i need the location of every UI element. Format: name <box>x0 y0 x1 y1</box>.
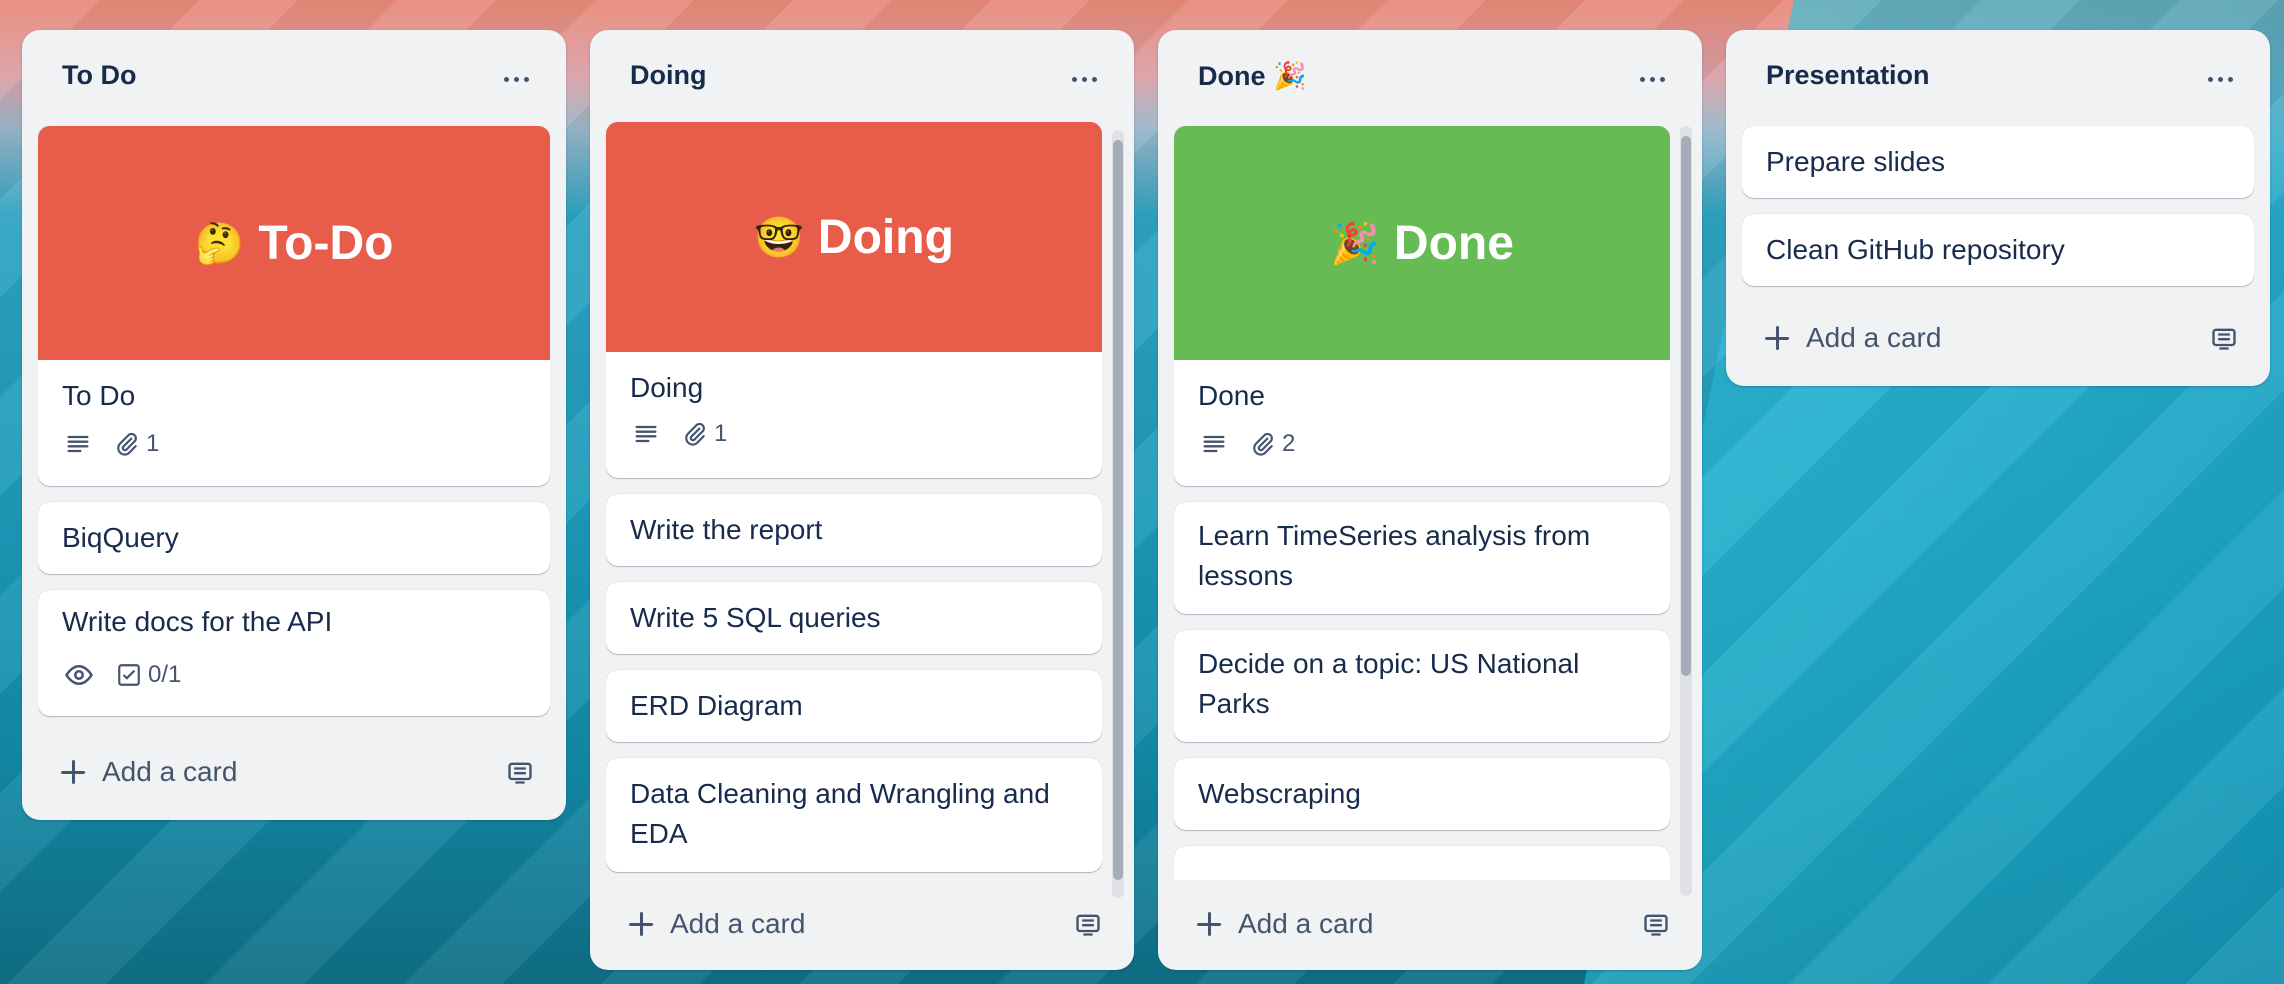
list-title[interactable]: Doing <box>630 60 706 91</box>
template-icon[interactable] <box>2210 324 2238 352</box>
card-title: Write docs for the API <box>62 606 333 637</box>
card-title: Doing <box>630 372 704 403</box>
card-title: BiqQuery <box>62 522 179 553</box>
attachments-badge: 2 <box>1250 430 1295 458</box>
more-horizontal-icon[interactable] <box>2200 64 2240 94</box>
card-list: 🤔 To-Do To Do 1 BiqQuery Write docs for … <box>38 126 550 750</box>
card-title: ERD Diagram <box>630 690 803 721</box>
card-title: Prepare slides <box>1766 146 1945 177</box>
paperclip-icon <box>117 432 137 456</box>
checkbox-icon <box>118 664 140 686</box>
add-card-button[interactable]: Add a card <box>1174 896 1686 952</box>
attachment-count: 2 <box>1282 430 1296 457</box>
list-title[interactable]: Presentation <box>1766 60 1930 91</box>
list-to-do: To Do 🤔 To-Do To Do 1 BiqQuery Write doc… <box>22 30 566 820</box>
list-header[interactable]: Done 🎉 <box>1158 30 1702 106</box>
plus-icon <box>1762 323 1792 353</box>
card-decide-topic[interactable]: Decide on a topic: US National Parks <box>1174 630 1670 742</box>
attachment-count: 1 <box>146 430 160 457</box>
card-prepare-slides[interactable]: Prepare slides <box>1742 126 2254 198</box>
card-sql-queries[interactable]: Write 5 SQL queries <box>606 582 1102 654</box>
add-card-label: Add a card <box>1238 908 1374 939</box>
card-title: Write 5 SQL queries <box>630 602 881 633</box>
paperclip-icon <box>1253 432 1273 456</box>
card-title: Clean GitHub repository <box>1766 234 2065 265</box>
plus-icon <box>626 909 656 939</box>
add-card-button[interactable]: Add a card <box>1742 310 2254 366</box>
card-badges: 1 <box>632 420 727 448</box>
add-card-label: Add a card <box>1806 322 1942 353</box>
thinking-emoji-icon: 🤔 <box>194 221 245 266</box>
template-icon[interactable] <box>506 758 534 786</box>
scrollbar[interactable] <box>1680 126 1692 896</box>
attachments-badge: 1 <box>682 420 727 448</box>
card-badges: 1 <box>64 430 159 458</box>
list-header[interactable]: To Do <box>22 30 566 106</box>
card-list: 🤓 Doing Doing 1 Write the report Write 5… <box>606 122 1102 900</box>
card-cover: 🤓 Doing <box>606 122 1102 352</box>
add-card-label: Add a card <box>102 756 238 787</box>
cover-text: Done <box>1393 216 1514 270</box>
card-cover: 🤔 To-Do <box>38 126 550 360</box>
eye-icon <box>64 660 94 690</box>
card-erd-diagram[interactable]: ERD Diagram <box>606 670 1102 742</box>
add-card-button[interactable]: Add a card <box>606 896 1118 952</box>
card-title: Done <box>1198 380 1265 411</box>
list-header[interactable]: Doing <box>590 30 1134 106</box>
description-icon <box>64 430 92 458</box>
card-done[interactable]: 🎉 Done Done 2 <box>1174 126 1670 486</box>
plus-icon <box>1194 909 1224 939</box>
attachment-count: 1 <box>714 420 728 447</box>
scrollbar-thumb[interactable] <box>1113 140 1123 880</box>
paperclip-icon <box>685 422 705 446</box>
list-header[interactable]: Presentation <box>1726 30 2270 106</box>
list-doing: Doing 🤓 Doing Doing 1 Write the report W… <box>590 30 1134 970</box>
nerd-emoji-icon: 🤓 <box>754 215 804 260</box>
add-card-label: Add a card <box>670 908 806 939</box>
card-clean-github[interactable]: Clean GitHub repository <box>1742 214 2254 286</box>
description-icon <box>1200 430 1228 458</box>
cover-text: To-Do <box>258 216 394 270</box>
template-icon[interactable] <box>1074 910 1102 938</box>
template-icon[interactable] <box>1642 910 1670 938</box>
more-horizontal-icon[interactable] <box>1632 64 1672 94</box>
card-list: 🎉 Done Done 2 Learn TimeSeries analysis … <box>1174 126 1670 880</box>
card-badges: 0/1 <box>64 660 181 690</box>
card-write-report[interactable]: Write the report <box>606 494 1102 566</box>
card-title: To Do <box>62 380 136 411</box>
checklist-count: 0/1 <box>148 661 182 688</box>
card-to-do[interactable]: 🤔 To-Do To Do 1 <box>38 126 550 486</box>
card-title: Learn TimeSeries analysis from lessons <box>1198 520 1591 591</box>
add-card-button[interactable]: Add a card <box>38 744 550 800</box>
card-title: Write the report <box>630 514 823 545</box>
card-list: Prepare slides Clean GitHub repository <box>1742 126 2254 312</box>
attachments-badge: 1 <box>114 430 159 458</box>
card-partial-hidden[interactable] <box>1174 846 1670 880</box>
list-title[interactable]: Done 🎉 <box>1198 60 1307 92</box>
card-write-docs[interactable]: Write docs for the API 0/1 <box>38 590 550 716</box>
card-doing[interactable]: 🤓 Doing Doing 1 <box>606 122 1102 478</box>
card-title: Webscraping <box>1198 778 1361 809</box>
list-done: Done 🎉 🎉 Done Done 2 Learn TimeSeries an… <box>1158 30 1702 970</box>
card-webscraping[interactable]: Webscraping <box>1174 758 1670 830</box>
checklist-badge: 0/1 <box>116 661 181 689</box>
card-title: Decide on a topic: US National Parks <box>1198 648 1580 719</box>
party-popper-icon: 🎉 <box>1330 221 1380 266</box>
card-bigquery[interactable]: BiqQuery <box>38 502 550 574</box>
more-horizontal-icon[interactable] <box>1064 64 1104 94</box>
cover-text: Doing <box>817 210 954 264</box>
scrollbar-thumb[interactable] <box>1681 136 1691 676</box>
description-icon <box>632 420 660 448</box>
list-presentation: Presentation Prepare slides Clean GitHub… <box>1726 30 2270 386</box>
card-title: Data Cleaning and Wrangling and EDA <box>630 778 1050 849</box>
card-data-cleaning[interactable]: Data Cleaning and Wrangling and EDA <box>606 758 1102 872</box>
scrollbar[interactable] <box>1112 130 1124 898</box>
list-title[interactable]: To Do <box>62 60 136 91</box>
card-timeseries[interactable]: Learn TimeSeries analysis from lessons <box>1174 502 1670 614</box>
plus-icon <box>58 757 88 787</box>
card-badges: 2 <box>1200 430 1295 458</box>
card-cover: 🎉 Done <box>1174 126 1670 360</box>
more-horizontal-icon[interactable] <box>496 64 536 94</box>
